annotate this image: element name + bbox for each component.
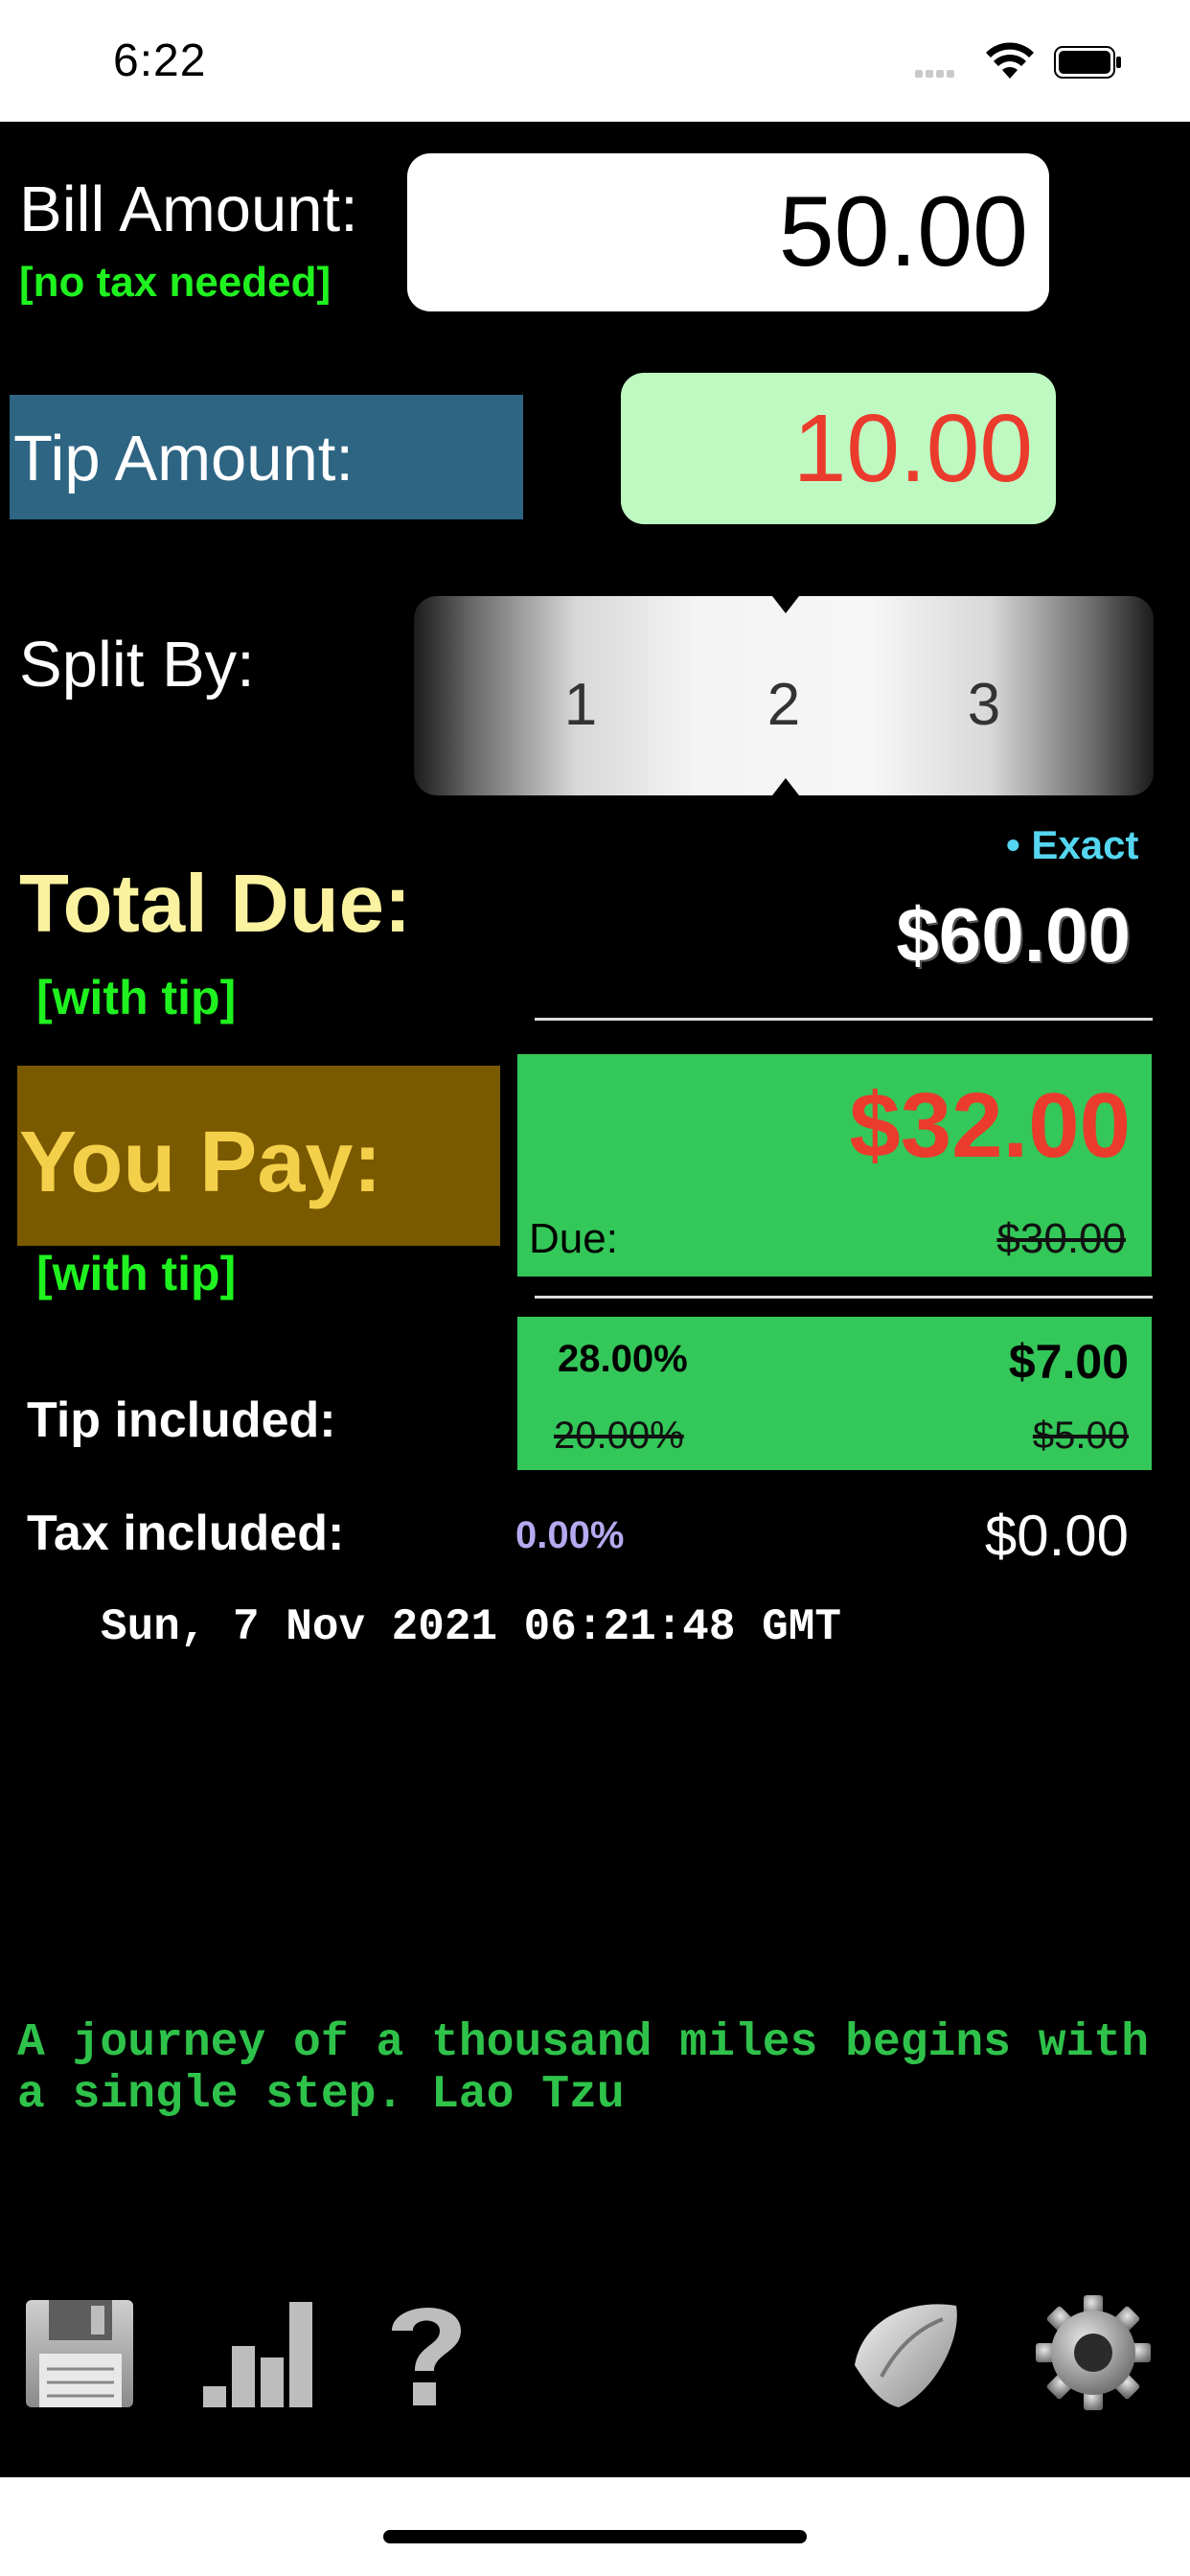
wifi-icon	[986, 42, 1034, 79]
due-value: $30.00	[996, 1215, 1126, 1262]
split-by-label: Split By:	[19, 629, 255, 701]
tip-included-label: Tip included:	[27, 1392, 336, 1448]
fortune-cookie-icon[interactable]	[843, 2290, 968, 2415]
tip-amount-label: Tip Amount:	[13, 423, 355, 494]
total-due-label: Total Due:	[19, 859, 412, 950]
tip-included-amount: $7.00	[1008, 1335, 1129, 1389]
you-pay-label: You Pay:	[19, 1115, 382, 1210]
exact-toggle[interactable]: • Exact	[1006, 822, 1138, 868]
help-icon[interactable]	[378, 2290, 474, 2415]
due-label: Due:	[529, 1215, 618, 1262]
fortune-quote: A journey of a thousand miles begins wit…	[17, 2017, 1149, 2121]
home-area	[0, 2477, 1190, 2576]
tax-included-label: Tax included:	[27, 1506, 345, 1561]
tip-original-pct: 20.00%	[554, 1414, 684, 1457]
picker-top-notch	[772, 596, 799, 613]
split-option-3[interactable]: 3	[946, 671, 1022, 739]
datetime-stamp: Sun, 7 Nov 2021 06:21:48 GMT	[101, 1602, 841, 1652]
divider	[535, 1296, 1153, 1299]
home-indicator[interactable]	[383, 2530, 807, 2543]
you-pay-value: $32.00	[849, 1074, 1131, 1177]
split-option-2[interactable]: 2	[745, 671, 822, 739]
save-icon[interactable]	[24, 2290, 137, 2415]
tax-included-pct: 0.00%	[515, 1514, 625, 1556]
bill-amount-label: Bill Amount:	[19, 173, 358, 245]
total-due-note: [with tip]	[36, 971, 237, 1024]
tax-included-amount: $0.00	[984, 1504, 1129, 1568]
bill-amount-input[interactable]: 50.00	[407, 153, 1049, 311]
tip-original-amount: $5.00	[1032, 1414, 1129, 1457]
total-due-value: $60.00	[896, 892, 1131, 978]
settings-icon[interactable]	[1033, 2290, 1154, 2415]
split-option-1[interactable]: 1	[542, 671, 619, 739]
signal-icon	[915, 65, 957, 82]
battery-icon	[1054, 46, 1121, 79]
divider	[535, 1018, 1153, 1021]
bill-note: [no tax needed]	[19, 259, 332, 306]
picker-bottom-notch	[772, 778, 799, 795]
you-pay-note: [with tip]	[36, 1247, 237, 1300]
tip-amount-input[interactable]: 10.00	[621, 373, 1056, 524]
tip-included-pct: 28.00%	[558, 1338, 688, 1380]
status-time: 6:22	[113, 35, 207, 86]
stats-icon[interactable]	[201, 2290, 314, 2415]
